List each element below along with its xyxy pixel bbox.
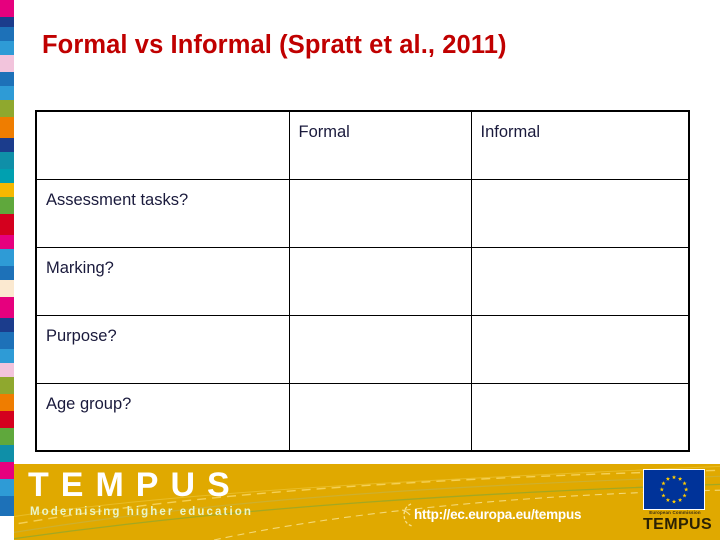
row-label-purpose: Purpose? <box>35 314 290 384</box>
color-stripe-block-13 <box>0 197 14 214</box>
badge-tempus-label: TEMPUS <box>643 516 713 533</box>
cell-purpose-formal[interactable] <box>288 314 472 384</box>
column-header-informal: Informal <box>470 110 690 180</box>
color-stripe-block-8 <box>0 117 14 138</box>
column-header-formal: Formal <box>288 110 472 180</box>
color-stripe-block-22 <box>0 349 14 363</box>
color-stripe-block-21 <box>0 332 14 349</box>
color-stripe-block-30 <box>0 479 14 496</box>
color-stripe-block-6 <box>0 86 14 100</box>
color-stripe-block-23 <box>0 363 14 377</box>
color-stripe-block-5 <box>0 72 14 86</box>
color-stripe-block-19 <box>0 297 14 318</box>
cell-assessment-tasks-informal[interactable] <box>470 178 690 248</box>
eu-stars <box>659 475 689 504</box>
color-stripe-block-3 <box>0 41 14 55</box>
color-stripe-block-25 <box>0 394 14 411</box>
color-stripe-block-10 <box>0 152 14 169</box>
color-stripe-block-27 <box>0 428 14 445</box>
slide-canvas: Formal vs Informal (Spratt et al., 2011)… <box>0 0 720 540</box>
table-row: Age group? <box>35 382 690 452</box>
decorative-color-stripe <box>0 0 14 540</box>
color-stripe-block-26 <box>0 411 14 428</box>
table-row: Assessment tasks? <box>35 178 690 248</box>
table-header-row: Formal Informal <box>35 110 690 180</box>
url-bracket-icon <box>401 503 413 527</box>
table-row: Marking? <box>35 246 690 316</box>
cell-age-group-formal[interactable] <box>288 382 472 452</box>
color-stripe-block-14 <box>0 214 14 235</box>
color-stripe-block-20 <box>0 318 14 332</box>
table-row: Purpose? <box>35 314 690 384</box>
color-stripe-block-4 <box>0 55 14 72</box>
page-title: Formal vs Informal (Spratt et al., 2011) <box>42 31 507 59</box>
eu-tempus-badge: European Commission TEMPUS <box>639 469 713 535</box>
cell-assessment-tasks-formal[interactable] <box>288 178 472 248</box>
color-stripe-block-18 <box>0 280 14 297</box>
cell-marking-informal[interactable] <box>470 246 690 316</box>
color-stripe-block-31 <box>0 496 14 516</box>
cell-age-group-informal[interactable] <box>470 382 690 452</box>
color-stripe-block-12 <box>0 183 14 197</box>
color-stripe-block-24 <box>0 377 14 394</box>
color-stripe-block-2 <box>0 27 14 41</box>
color-stripe-block-17 <box>0 266 14 280</box>
footer-url-link[interactable]: http://ec.europa.eu/tempus <box>414 507 582 522</box>
color-stripe-block-11 <box>0 169 14 183</box>
color-stripe-block-0 <box>0 0 14 17</box>
table-corner-cell <box>35 110 290 180</box>
color-stripe-block-15 <box>0 235 14 249</box>
color-stripe-block-16 <box>0 249 14 266</box>
color-stripe-block-1 <box>0 17 14 27</box>
color-stripe-block-7 <box>0 100 14 117</box>
color-stripe-block-29 <box>0 462 14 479</box>
row-label-assessment-tasks: Assessment tasks? <box>35 178 290 248</box>
color-stripe-block-9 <box>0 138 14 152</box>
cell-marking-formal[interactable] <box>288 246 472 316</box>
tempus-wordmark: TEMPUS <box>28 466 242 504</box>
color-stripe-block-28 <box>0 445 14 462</box>
tempus-tagline: Modernising higher education <box>30 506 254 518</box>
footer-banner: TEMPUS Modernising higher education http… <box>14 464 720 540</box>
eu-flag-icon <box>643 469 705 510</box>
cell-purpose-informal[interactable] <box>470 314 690 384</box>
row-label-marking: Marking? <box>35 246 290 316</box>
row-label-age-group: Age group? <box>35 382 290 452</box>
comparison-table: Formal Informal Assessment tasks? Markin… <box>35 110 690 452</box>
